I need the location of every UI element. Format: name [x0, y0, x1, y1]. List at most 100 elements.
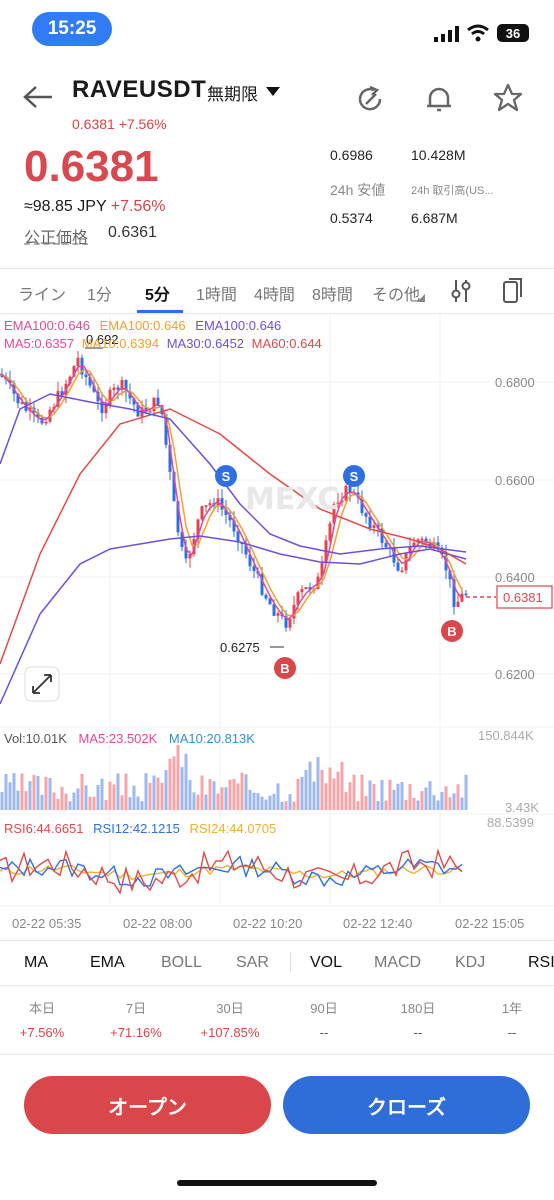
dropdown-caret-icon[interactable]	[265, 86, 281, 98]
candle-body	[216, 498, 220, 506]
volume-bar	[260, 796, 264, 810]
symbol-title[interactable]: RAVEUSDT	[72, 76, 206, 104]
bell-icon[interactable]	[424, 84, 454, 114]
volume-bar	[24, 791, 28, 810]
vol-ma10-legend: MA10:20.813K	[168, 731, 255, 746]
volume-bar	[320, 769, 324, 810]
ema-legend-1: EMA100:0.646	[4, 318, 91, 333]
back-arrow-icon[interactable]	[22, 84, 54, 110]
volume-bar	[124, 773, 128, 810]
volume-bar	[148, 782, 152, 810]
buy-marker-1[interactable]: B	[274, 657, 296, 679]
last-price: 0.6381	[24, 142, 159, 191]
volume-bar	[12, 773, 16, 810]
refresh-icon[interactable]	[356, 84, 386, 114]
indicator-tab-ma[interactable]: MA	[24, 954, 48, 972]
fullscreen-button[interactable]	[24, 666, 60, 702]
candle-body	[368, 516, 372, 528]
ma60-legend: MA60:0.644	[251, 336, 322, 351]
volume-bar	[304, 770, 308, 810]
turnover-24h-label: 24h 取引高(US...	[411, 185, 494, 197]
volume-bar	[180, 767, 184, 810]
candle-body	[112, 387, 116, 390]
indicator-tab-boll[interactable]: BOLL	[161, 954, 202, 972]
fair-price-label[interactable]: 公正価格	[24, 224, 88, 248]
indicator-settings-icon[interactable]	[450, 278, 472, 304]
battery-icon: 36	[497, 24, 529, 42]
tab-5min[interactable]: 5分	[145, 281, 170, 305]
indicator-tab-vol[interactable]: VOL	[310, 954, 342, 972]
volume-24h-value: 10.428M	[411, 147, 466, 163]
chart-switch-icon[interactable]	[501, 277, 525, 305]
candle-body	[396, 562, 400, 571]
time-axis-label: 02-22 05:35	[12, 916, 81, 931]
close-position-button[interactable]: クローズ	[283, 1076, 530, 1134]
sell-marker-2[interactable]: S	[343, 465, 365, 487]
candle-body	[372, 525, 376, 528]
tab-1min[interactable]: 1分	[87, 281, 112, 305]
volume-bar	[60, 786, 64, 810]
tab-8hour[interactable]: 8時間	[312, 281, 353, 305]
volume-bar	[308, 761, 312, 810]
volume-bar	[288, 794, 292, 810]
buy-marker-2[interactable]: B	[441, 620, 463, 642]
tab-4hour[interactable]: 4時間	[254, 281, 295, 305]
volume-bar	[312, 781, 316, 810]
price-chart[interactable]: MEXC S S B B 0.692 0.6275 0.6800 0.6600 …	[0, 314, 554, 940]
price-axis-label: 0.6600	[495, 473, 535, 488]
volume-bar	[252, 792, 256, 810]
volume-bar	[408, 783, 412, 810]
volume-bar	[128, 797, 132, 810]
indicator-tab-macd[interactable]: MACD	[374, 954, 421, 972]
indicator-tab-kdj[interactable]: KDJ	[455, 954, 485, 972]
candle-body	[208, 503, 212, 506]
vol-legend: Vol:10.01K MA5:23.502K MA10:20.813K	[4, 731, 255, 746]
ma5-legend: MA5:0.6357	[4, 336, 75, 351]
volume-bar	[396, 783, 400, 810]
volume-bar	[144, 773, 148, 810]
candle-body	[384, 542, 388, 548]
volume-bar	[240, 772, 244, 810]
candle-body	[252, 566, 256, 571]
perf-label-180d: 180日	[400, 1001, 436, 1016]
header-sub-price: 0.6381 +7.56%	[72, 116, 167, 132]
ma-legend: MA5:0.6357 MA10:0.6394 MA30:0.6452 MA60:…	[4, 336, 322, 351]
turnover-24h-value: 6.687M	[411, 210, 458, 226]
candle-body	[148, 411, 152, 413]
perf-value-7d: +71.16%	[110, 1025, 162, 1040]
volume-bar	[36, 776, 40, 810]
candle-body	[272, 604, 276, 616]
volume-bar	[244, 774, 248, 810]
indicator-tab-ema[interactable]: EMA	[90, 954, 125, 972]
volume-bar	[0, 792, 4, 810]
volume-bar	[20, 773, 24, 810]
volume-bar	[216, 793, 220, 810]
volume-bar	[68, 801, 72, 810]
candle-body	[44, 421, 48, 424]
volume-bar	[280, 801, 284, 810]
volume-bar	[332, 778, 336, 810]
tab-line[interactable]: ライン	[18, 281, 66, 305]
volume-bar	[176, 744, 180, 810]
indicator-top-divider	[0, 940, 554, 941]
sell-marker-1[interactable]: S	[215, 465, 237, 487]
indicator-tab-sar[interactable]: SAR	[236, 954, 269, 972]
contract-type[interactable]: 無期限	[207, 80, 258, 105]
star-favorite-icon[interactable]	[492, 82, 524, 114]
volume-bar	[448, 797, 452, 810]
low-24h-value: 0.5374	[330, 210, 373, 226]
indicator-tab-rsi[interactable]: RSI	[528, 954, 554, 972]
candle-body	[84, 374, 88, 378]
svg-text:S: S	[350, 469, 359, 484]
volume-bar	[348, 782, 352, 810]
volume-bar	[452, 793, 456, 810]
perf-value-90d: --	[319, 1025, 329, 1040]
volume-bar	[392, 789, 396, 810]
tab-1hour[interactable]: 1時間	[196, 281, 237, 305]
perf-label-7d: 7日	[125, 1001, 147, 1016]
open-position-button[interactable]: オープン	[24, 1076, 271, 1134]
tab-more[interactable]: その他	[372, 281, 420, 305]
candle-body	[268, 598, 272, 605]
vol-legend-value: Vol:10.01K	[4, 731, 67, 746]
volume-bar	[56, 798, 60, 810]
